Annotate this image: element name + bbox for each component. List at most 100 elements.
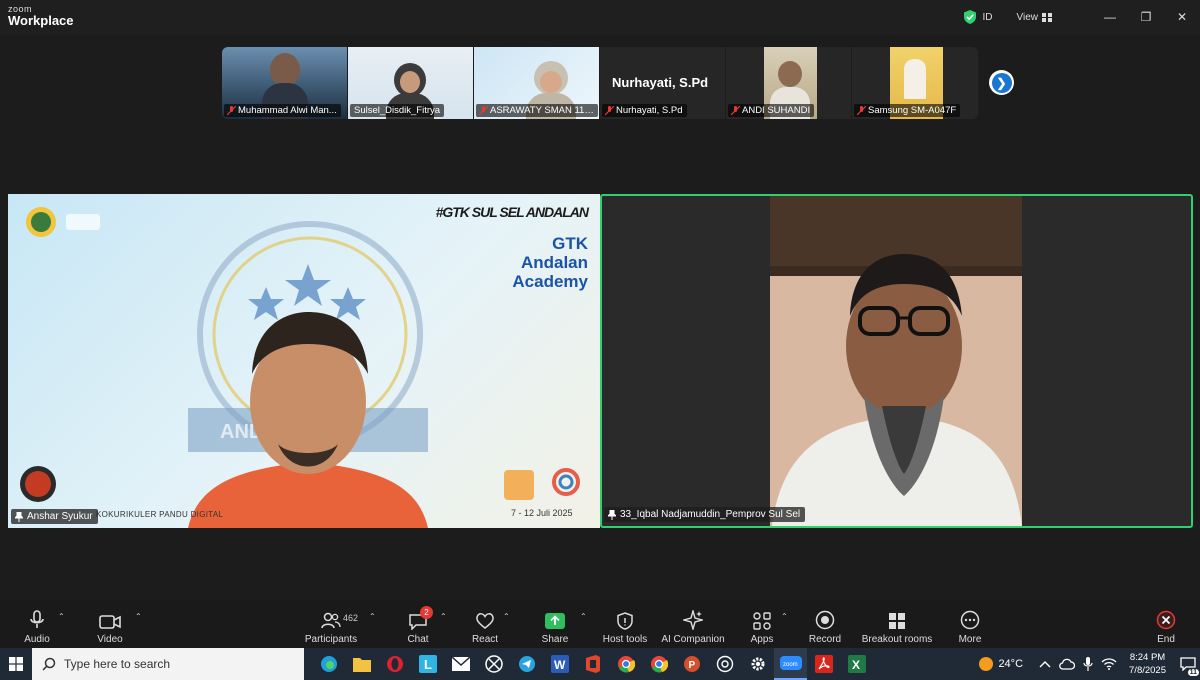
participant-name: Samsung SM-A047F [868,105,957,116]
academy-background: ANDALAN [20,207,580,528]
mic-muted-icon [857,106,866,116]
wifi-icon[interactable] [1101,658,1117,670]
breakout-rooms-label: Breakout rooms [861,634,933,645]
chevron-right-icon: ❯ [991,72,1012,93]
audio-options-caret[interactable]: ⌃ [58,612,65,621]
shield-check-icon[interactable] [963,10,977,24]
speaker-name: Anshar Syukur [27,511,93,522]
cloud-sync-icon[interactable] [1059,658,1076,670]
hashtag-logo: #GTK SUL SEL ANDALAN [435,204,589,220]
opera-app-icon[interactable] [378,648,411,680]
video-button[interactable]: Video [94,600,126,648]
academy-title-line: Andalan [520,253,588,272]
participants-count: 462 [343,613,359,623]
svg-text:L: L [424,657,432,672]
chat-unread-badge: 2 [420,606,433,619]
chevron-up-icon[interactable] [1039,659,1051,669]
meeting-stage: Muhammad Alwi Man... Sulsel_Disdik_Fitry… [0,34,1200,600]
ai-companion-button[interactable]: AI Companion [661,600,725,648]
share-options-caret[interactable]: ⌃ [580,612,587,621]
video-options-caret[interactable]: ⌃ [135,612,142,621]
share-button[interactable]: Share [540,600,570,648]
telegram-app-icon[interactable] [510,648,543,680]
audio-label: Audio [24,634,50,645]
video-label: Video [97,634,123,645]
powerpoint-app-icon[interactable]: P [675,648,708,680]
microphone-tray-icon[interactable] [1083,657,1093,671]
record-button[interactable]: Record [808,600,842,648]
mic-muted-icon [605,106,614,116]
participants-label: Participants [304,634,358,645]
meeting-toolbar: Audio ⌃ Video ⌃ Participants 462 ⌃ Chat … [0,600,1200,648]
apps-button[interactable]: Apps [748,600,776,648]
grid-icon [1042,12,1052,22]
host-tools-button[interactable]: Host tools [602,600,648,648]
more-button[interactable]: More [955,600,985,648]
notifications-button[interactable]: 11 [1176,648,1200,680]
start-button[interactable] [0,648,32,680]
participant-thumbnail[interactable]: Sulsel_Disdik_Fitrya [348,47,474,119]
participant-thumbnail[interactable]: ANDI SUHANDI [726,47,852,119]
video-camera-icon [99,615,121,629]
settings-app-icon[interactable] [741,648,774,680]
taskbar-clock[interactable]: 8:24 PM 7/8/2025 [1129,651,1166,677]
brand-big: Workplace [8,13,74,28]
xbox-app-icon[interactable] [477,648,510,680]
office-app-icon[interactable] [576,648,609,680]
apps-label: Apps [750,634,774,645]
participant-thumbnail[interactable]: Nurhayati, S.Pd Nurhayati, S.Pd [600,47,726,119]
participant-name: Nurhayati, S.Pd [616,105,683,116]
speaker-name-tag: 33_Iqbal Nadjamuddin_Pemprov Sul Sel [604,507,806,522]
end-button[interactable]: End [1154,600,1178,648]
event-title: KOKURIKULER PANDU DIGITAL [96,510,224,519]
camera-app-icon[interactable] [708,648,741,680]
participants-button[interactable]: Participants [304,600,358,648]
restore-button[interactable]: ❐ [1128,0,1164,34]
chrome-profile-app-icon[interactable] [642,648,675,680]
acrobat-app-icon[interactable] [807,648,840,680]
pin-icon [15,512,23,522]
svg-text:X: X [852,658,860,672]
region-label: ID [982,11,993,23]
system-tray: 24°C 8:24 PM 7/8/2025 11 [978,648,1200,680]
view-button[interactable]: View [1017,12,1052,23]
record-icon [815,610,835,630]
end-call-icon [1156,610,1176,630]
react-button[interactable]: React [470,600,500,648]
weather-sun-icon[interactable] [978,656,994,672]
speaker-name-tag: Anshar Syukur [11,509,98,524]
react-options-caret[interactable]: ⌃ [503,612,510,621]
excel-app-icon[interactable]: X [840,648,873,680]
mail-app-icon[interactable] [444,648,477,680]
edge-app-icon[interactable] [312,648,345,680]
chat-label: Chat [407,634,429,645]
chrome-app-icon[interactable] [609,648,642,680]
title-bar: zoom Workplace ID View — ❐ ✕ [0,0,1200,34]
academy-title-line: Academy [512,272,588,291]
participant-thumbnail[interactable]: Muhammad Alwi Man... [222,47,348,119]
zoom-app-icon[interactable]: zoom [774,648,807,680]
word-app-icon[interactable]: W [543,648,576,680]
video-tile-right[interactable]: 33_Iqbal Nadjamuddin_Pemprov Sul Sel [600,194,1193,528]
close-button[interactable]: ✕ [1164,0,1200,34]
audio-button[interactable]: Audio [22,600,52,648]
svg-text:W: W [554,658,566,672]
microphone-icon [30,610,44,628]
chat-options-caret[interactable]: ⌃ [440,612,447,621]
breakout-rooms-button[interactable]: Breakout rooms [861,600,933,648]
sparkle-icon [683,610,703,630]
notification-count: 11 [1187,669,1199,676]
l-app-icon[interactable]: L [411,648,444,680]
participant-thumbnail[interactable]: Samsung SM-A047F [852,47,978,119]
participant-thumbnail[interactable]: ASRAWATY SMAN 11 ... [474,47,600,119]
apps-options-caret[interactable]: ⌃ [781,612,788,621]
taskbar-search[interactable]: Type here to search [32,648,304,680]
clock-time: 8:24 PM [1129,652,1166,663]
minimize-button[interactable]: — [1092,0,1128,34]
share-label: Share [541,634,569,645]
participants-options-caret[interactable]: ⌃ [369,612,376,621]
next-page-button[interactable]: ❯ [989,70,1014,95]
zoom-logo: zoom Workplace [8,5,74,28]
file-explorer-icon[interactable] [345,648,378,680]
video-tile-left[interactable]: ANDALAN #GTK SUL SEL ANDALAN GTK Andalan… [8,194,600,528]
